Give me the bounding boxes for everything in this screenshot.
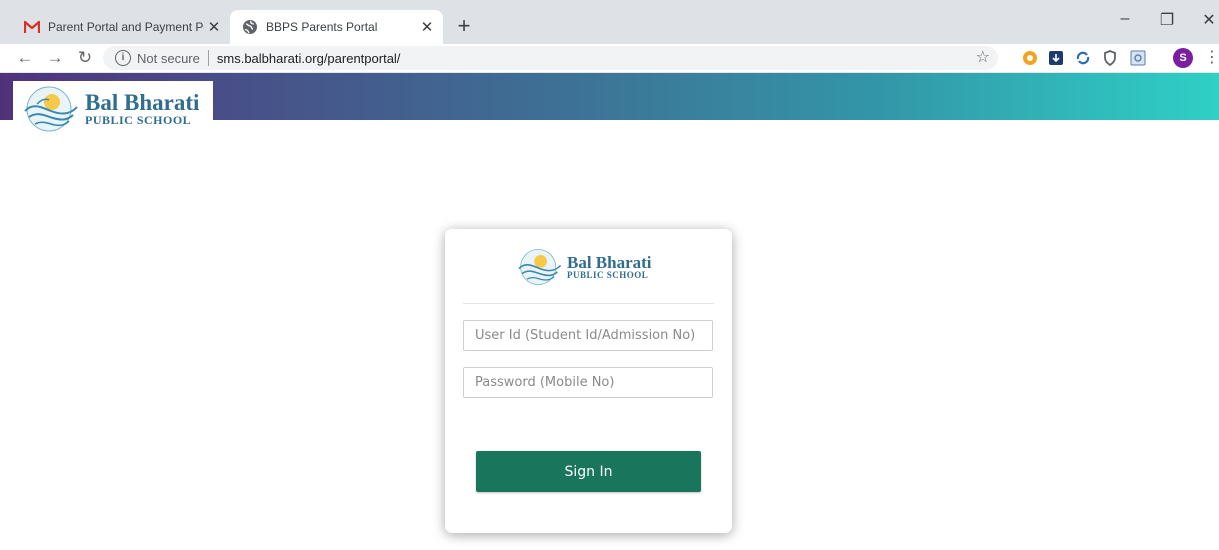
download-icon[interactable] xyxy=(1048,50,1064,66)
back-arrow-icon[interactable]: ← xyxy=(14,47,36,69)
header-school-logo[interactable]: Bal Bharati PUBLIC SCHOOL xyxy=(13,81,213,136)
shield-icon[interactable] xyxy=(1102,50,1118,66)
profile-avatar[interactable]: S xyxy=(1173,48,1193,68)
school-emblem-icon xyxy=(518,249,562,285)
tab-parent-portal[interactable]: Parent Portal and Payment Portal ✕ xyxy=(12,10,230,44)
restore-icon[interactable]: ❐ xyxy=(1152,10,1182,30)
star-bookmark-icon[interactable]: ☆ xyxy=(976,47,990,67)
address-bar[interactable]: i Not secure sms.balbharati.org/parentpo… xyxy=(103,46,998,70)
info-icon[interactable]: i xyxy=(115,50,131,66)
header-school-subtitle: PUBLIC SCHOOL xyxy=(85,113,192,127)
card-school-logo: Bal Bharati PUBLIC SCHOOL xyxy=(513,247,652,287)
minimize-icon[interactable]: – xyxy=(1110,10,1140,28)
password-input[interactable] xyxy=(463,367,713,398)
header-school-name: Bal Bharati xyxy=(85,90,200,115)
sync-icon[interactable] xyxy=(1075,50,1091,66)
chrome-extension-orange-icon[interactable] xyxy=(1022,50,1038,66)
browser-toolbar: ← → ↻ i Not secure sms.balbharati.org/pa… xyxy=(0,44,1219,73)
sign-in-button[interactable]: Sign In xyxy=(476,451,701,492)
security-status: Not secure xyxy=(137,50,200,66)
tab-title: Parent Portal and Payment Portal xyxy=(48,20,204,34)
screenshot-icon[interactable] xyxy=(1130,50,1146,66)
close-tab-icon[interactable]: ✕ xyxy=(417,18,437,36)
user-id-input[interactable] xyxy=(463,320,713,351)
card-school-name: Bal Bharati xyxy=(567,253,652,272)
close-window-icon[interactable]: ✕ xyxy=(1194,10,1219,30)
url-text[interactable]: sms.balbharati.org/parentportal/ xyxy=(217,51,401,66)
tab-bbps-parents-portal[interactable]: BBPS Parents Portal ✕ xyxy=(230,10,443,44)
new-tab-button[interactable]: + xyxy=(452,15,476,39)
globe-icon xyxy=(243,20,257,34)
reload-icon[interactable]: ↻ xyxy=(74,47,96,69)
browser-menu-icon[interactable]: ⋮ xyxy=(1204,48,1219,68)
tab-title: BBPS Parents Portal xyxy=(266,20,378,34)
forward-arrow-icon[interactable]: → xyxy=(44,47,66,69)
login-card: Bal Bharati PUBLIC SCHOOL Sign In xyxy=(445,229,732,533)
close-tab-icon[interactable]: ✕ xyxy=(204,18,224,36)
school-emblem-icon xyxy=(24,86,78,131)
card-school-subtitle: PUBLIC SCHOOL xyxy=(567,270,649,280)
card-divider xyxy=(463,303,714,304)
omnibox-separator xyxy=(207,50,209,66)
gmail-icon xyxy=(24,20,40,33)
browser-tab-strip: Parent Portal and Payment Portal ✕ BBPS … xyxy=(0,0,1219,44)
